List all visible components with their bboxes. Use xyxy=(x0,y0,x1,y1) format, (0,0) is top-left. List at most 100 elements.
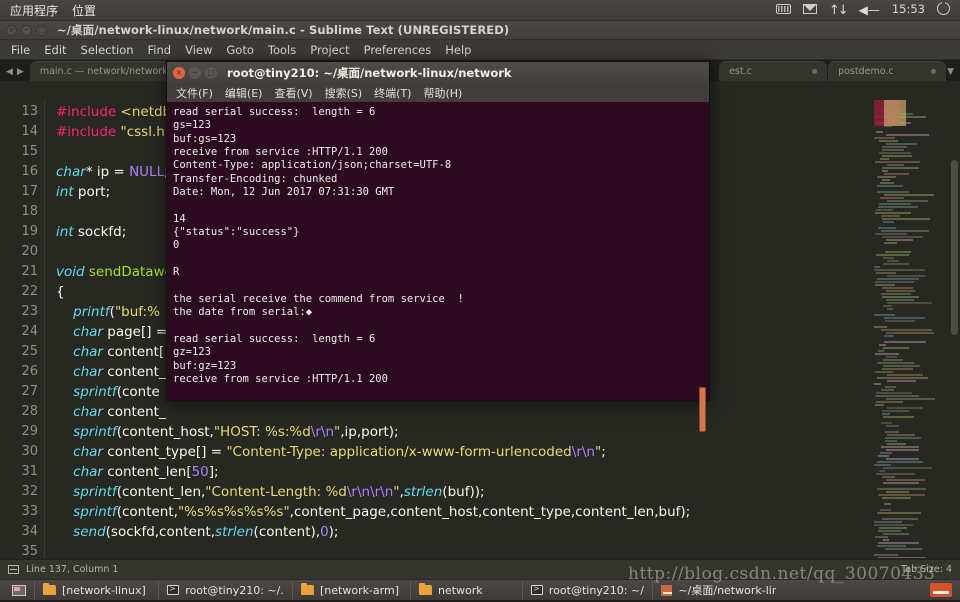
minimap-row xyxy=(881,215,900,217)
code-line[interactable]: char content_len[50]; xyxy=(56,462,219,482)
code-line[interactable]: printf("buf:% xyxy=(56,302,160,322)
menu-tools[interactable]: Tools xyxy=(261,41,303,59)
taskbar-item[interactable]: ~/桌面/network-lin... xyxy=(652,581,784,600)
menu-goto[interactable]: Goto xyxy=(219,41,261,59)
code-line[interactable]: char page[] = xyxy=(56,322,167,342)
minimize-icon[interactable]: − xyxy=(189,67,201,79)
tab-next-icon[interactable]: ▶ xyxy=(17,67,24,77)
mail-icon[interactable] xyxy=(803,4,817,17)
menu-preferences[interactable]: Preferences xyxy=(357,41,439,59)
minimap-row xyxy=(886,398,935,400)
folder-icon xyxy=(43,585,56,595)
minimap-row xyxy=(886,449,919,451)
terminal-line: the serial receive the commend from serv… xyxy=(171,293,709,306)
editor-tab-main-c[interactable]: main.c — network/network xyxy=(30,61,183,81)
editor-tab-postdemo-c[interactable]: postdemo.c xyxy=(828,61,946,81)
menu-file[interactable]: File xyxy=(4,41,37,59)
terminal-window[interactable]: × − □ root@tiny210: ~/桌面/network-linux/n… xyxy=(166,61,710,401)
close-icon[interactable]: × xyxy=(173,67,185,79)
power-icon[interactable] xyxy=(937,2,950,18)
code-line[interactable]: char content_type[] = "Content-Type: app… xyxy=(56,442,606,462)
code-token: content[ xyxy=(103,344,164,360)
menu-help[interactable]: Help xyxy=(438,41,478,59)
taskbar-item[interactable]: root@tiny210: ~/... xyxy=(158,581,292,600)
taskbar-item[interactable]: network xyxy=(410,581,522,600)
code-line[interactable]: char content[ xyxy=(56,342,164,362)
terminal-scrollbar[interactable] xyxy=(698,102,708,399)
tab-modified-dot[interactable] xyxy=(931,69,936,74)
code-token: printf xyxy=(73,304,109,320)
tab-modified-dot[interactable] xyxy=(812,69,817,74)
code-line[interactable]: sprintf(content,"%s%s%s%s%s",content_pag… xyxy=(56,502,690,522)
minimap-row xyxy=(876,131,883,133)
terminal-scrollbar-thumb[interactable] xyxy=(699,387,706,432)
taskbar-item[interactable]: [network-linux] xyxy=(34,581,158,600)
show-desktop-button[interactable] xyxy=(0,581,34,600)
terminal-menu-item-2[interactable]: 查看(V) xyxy=(269,84,317,102)
volume-icon[interactable]: ◀— xyxy=(859,4,880,16)
code-line[interactable]: int sockfd; xyxy=(56,222,126,242)
minimap-row xyxy=(885,440,897,442)
code-token: sprintf xyxy=(73,424,117,440)
network-icon[interactable]: ↑↓ xyxy=(829,4,847,17)
taskbar-item[interactable]: root@tiny210: ~/... xyxy=(522,581,652,600)
code-line[interactable]: char content_ xyxy=(56,362,166,382)
maximize-icon[interactable]: □ xyxy=(36,25,47,36)
trash-indicator[interactable] xyxy=(922,581,960,600)
terminal-menu-item-3[interactable]: 搜索(S) xyxy=(320,84,368,102)
code-token xyxy=(56,444,73,460)
clock-label[interactable]: 15:53 xyxy=(892,4,925,16)
menu-places[interactable]: 位置 xyxy=(72,2,96,19)
code-token: ; xyxy=(601,444,606,460)
tab-size-label[interactable]: Tab Size: 4 xyxy=(901,564,952,575)
code-line[interactable]: char* ip = NULL; xyxy=(56,162,169,182)
minimap-scrollbar-thumb[interactable] xyxy=(951,160,958,335)
code-line[interactable]: { xyxy=(56,282,65,302)
code-line[interactable]: sprintf(content_host,"HOST: %s:%d\r\n",i… xyxy=(56,422,399,442)
minimize-icon[interactable]: − xyxy=(21,25,32,36)
menu-selection[interactable]: Selection xyxy=(74,41,141,59)
menu-project[interactable]: Project xyxy=(303,41,356,59)
tab-prev-icon[interactable]: ◀ xyxy=(6,67,13,77)
code-line[interactable]: sprintf(conte xyxy=(56,382,160,402)
minimap-row xyxy=(875,404,884,406)
code-line[interactable]: int port; xyxy=(56,182,110,202)
code-token: "Content-Length: %d xyxy=(205,484,347,500)
folder-icon xyxy=(301,585,314,595)
code-line[interactable]: send(sockfd,content,strlen(content),0); xyxy=(56,522,338,542)
chevron-down-icon[interactable]: ▼ xyxy=(947,67,960,81)
code-token: "cssl.h" xyxy=(121,124,172,140)
keyboard-icon[interactable] xyxy=(776,4,791,17)
menu-view[interactable]: View xyxy=(178,41,219,59)
minimap-row xyxy=(883,539,889,541)
terminal-menu-item-1[interactable]: 编辑(E) xyxy=(220,84,268,102)
line-number: 17 xyxy=(0,182,38,202)
minimap-row xyxy=(883,482,919,484)
minimap-row xyxy=(878,206,918,208)
minimap-row xyxy=(877,185,903,187)
line-number: 29 xyxy=(0,422,38,442)
taskbar-item[interactable]: [network-arm] xyxy=(292,581,410,600)
minimap[interactable] xyxy=(874,100,946,558)
code-line[interactable]: #include "cssl.h" xyxy=(56,122,171,142)
terminal-output[interactable]: read serial success: length = 6gs=123buf… xyxy=(167,102,709,400)
sidebar-toggle-icon[interactable] xyxy=(8,565,19,574)
minimap-row xyxy=(885,437,921,439)
sublime-titlebar: × − □ ~/桌面/network-linux/network/main.c … xyxy=(0,21,960,40)
code-token xyxy=(56,364,73,380)
terminal-menu-item-5[interactable]: 帮助(H) xyxy=(418,84,467,102)
minimap-row xyxy=(885,251,911,253)
terminal-line: receive from service :HTTP/1.1 200 xyxy=(171,373,709,386)
maximize-icon[interactable]: □ xyxy=(205,67,217,79)
menu-find[interactable]: Find xyxy=(141,41,179,59)
terminal-menu-item-0[interactable]: 文件(F) xyxy=(171,84,218,102)
terminal-menu-item-4[interactable]: 终端(T) xyxy=(369,84,416,102)
menu-applications[interactable]: 应用程序 xyxy=(10,2,58,19)
menu-edit[interactable]: Edit xyxy=(37,41,73,59)
code-line[interactable]: sprintf(content_len,"Content-Length: %d\… xyxy=(56,482,485,502)
terminal-titlebar: × − □ root@tiny210: ~/桌面/network-linux/n… xyxy=(167,62,709,83)
close-icon[interactable]: × xyxy=(6,25,17,36)
code-line[interactable]: char content_ xyxy=(56,402,166,422)
editor-tab-est-c[interactable]: est.c xyxy=(719,61,827,81)
minimap-row xyxy=(882,179,890,181)
